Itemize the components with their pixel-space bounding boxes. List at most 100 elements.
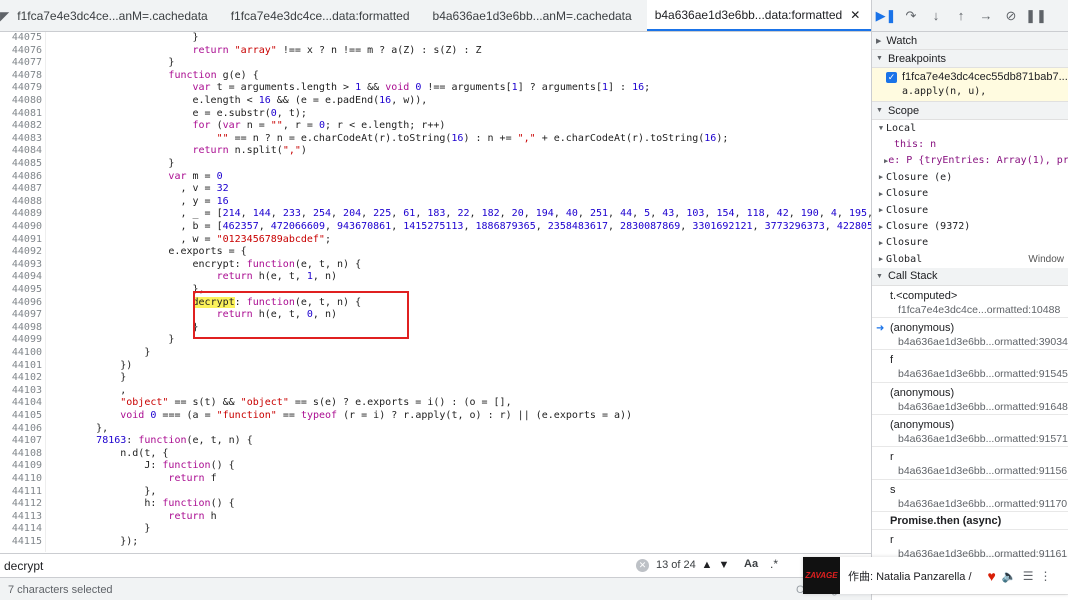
- line-number[interactable]: 44080: [0, 95, 42, 108]
- code-line[interactable]: 44104 "object" == s(t) && "object" == s(…: [0, 397, 871, 410]
- step-into-icon[interactable]: ↓: [928, 8, 944, 24]
- resume-icon[interactable]: ▶❚: [876, 8, 897, 24]
- line-number[interactable]: 44093: [0, 259, 42, 272]
- code-line[interactable]: 44081 e = e.substr(0, t);: [0, 108, 871, 121]
- line-number[interactable]: 44082: [0, 120, 42, 133]
- call-frame-location[interactable]: b4a636ae1d3e6bb...ormatted:39034: [898, 336, 1068, 348]
- code-line[interactable]: 44109 J: function() {: [0, 460, 871, 473]
- code-line[interactable]: 44102 }: [0, 372, 871, 385]
- code-line[interactable]: 44103 ,: [0, 385, 871, 398]
- line-number[interactable]: 44101: [0, 360, 42, 373]
- code-line[interactable]: 44088 , y = 16: [0, 196, 871, 209]
- file-tab[interactable]: f1fca7e4e3dc4ce...anM=.cachedata: [9, 0, 222, 31]
- breakpoint-checkbox[interactable]: ✓: [886, 72, 897, 83]
- regex-button[interactable]: .*: [770, 557, 778, 571]
- call-frame-location[interactable]: b4a636ae1d3e6bb...ormatted:91571: [898, 433, 1068, 445]
- more-icon[interactable]: ⋮: [1040, 569, 1052, 583]
- scope-section-header[interactable]: ▼ Scope: [872, 102, 1068, 120]
- line-number[interactable]: 44095: [0, 284, 42, 297]
- code-editor[interactable]: 44075 } 44076 return "array" !== x ? n !=…: [0, 32, 871, 552]
- code-line[interactable]: 44087 , v = 32: [0, 183, 871, 196]
- line-number[interactable]: 44110: [0, 473, 42, 486]
- previous-match-button[interactable]: ▲: [699, 557, 715, 573]
- call-frame[interactable]: s b4a636ae1d3e6bb...ormatted:91170: [872, 480, 1068, 513]
- line-number[interactable]: 44103: [0, 385, 42, 398]
- line-number[interactable]: 44083: [0, 133, 42, 146]
- code-line[interactable]: 44108 n.d(t, {: [0, 448, 871, 461]
- code-line[interactable]: 44085 }: [0, 158, 871, 171]
- code-line[interactable]: 44075 }: [0, 32, 871, 45]
- scope-item[interactable]: ▶ Closure: [872, 186, 1068, 202]
- step-over-icon[interactable]: ↷: [903, 8, 919, 24]
- code-line[interactable]: 44092 e.exports = {: [0, 246, 871, 259]
- code-line[interactable]: 44083 "" == n ? n = e.charCodeAt(r).toSt…: [0, 133, 871, 146]
- call-frame-location[interactable]: b4a636ae1d3e6bb...ormatted:91545: [898, 368, 1068, 380]
- file-tab[interactable]: b4a636ae1d3e6bb...data:formatted ✕: [646, 0, 876, 31]
- line-number[interactable]: 44087: [0, 183, 42, 196]
- line-number[interactable]: 44100: [0, 347, 42, 360]
- code-line[interactable]: 44076 return "array" !== x ? n !== m ? a…: [0, 45, 871, 58]
- line-number[interactable]: 44102: [0, 372, 42, 385]
- file-tab[interactable]: b4a636ae1d3e6bb...anM=.cachedata: [425, 0, 647, 31]
- step-icon[interactable]: →: [978, 8, 994, 24]
- code-line[interactable]: 44082 for (var n = "", r = 0; r < e.leng…: [0, 120, 871, 133]
- line-number[interactable]: 44106: [0, 423, 42, 436]
- line-number[interactable]: 44105: [0, 410, 42, 423]
- pause-on-exceptions-icon[interactable]: ❚❚: [1025, 8, 1047, 24]
- code-line[interactable]: 44097 return h(e, t, 0, n): [0, 309, 871, 322]
- call-frame[interactable]: (anonymous) b4a636ae1d3e6bb...ormatted:91…: [872, 415, 1068, 448]
- code-line[interactable]: 44080 e.length < 16 && (e = e.padEnd(16,…: [0, 95, 871, 108]
- line-number[interactable]: 44111: [0, 486, 42, 499]
- match-case-button[interactable]: Aa: [744, 558, 758, 570]
- line-number[interactable]: 44104: [0, 397, 42, 410]
- line-number[interactable]: 44099: [0, 334, 42, 347]
- call-frame[interactable]: ➜ (anonymous) b4a636ae1d3e6bb...ormatted:3…: [872, 318, 1068, 351]
- code-line[interactable]: 44099 }: [0, 334, 871, 347]
- toggle-navigator-icon[interactable]: ◤: [0, 0, 9, 31]
- code-line[interactable]: 44096 decrypt: function(e, t, n) {: [0, 296, 871, 310]
- deactivate-breakpoints-icon[interactable]: ⊘: [1003, 8, 1019, 24]
- file-tab[interactable]: f1fca7e4e3dc4ce...data:formatted: [223, 0, 425, 31]
- clear-search-icon[interactable]: ✕: [636, 559, 649, 572]
- code-line[interactable]: 44106 },: [0, 423, 871, 436]
- step-out-icon[interactable]: ↑: [953, 8, 969, 24]
- line-number[interactable]: 44079: [0, 82, 42, 95]
- call-frame[interactable]: t.<computed> f1fca7e4e3dc4ce...ormatted:1…: [872, 286, 1068, 318]
- line-number[interactable]: 44090: [0, 221, 42, 234]
- close-tab-icon[interactable]: ✕: [850, 8, 860, 22]
- code-line[interactable]: 44113 return h: [0, 511, 871, 524]
- code-line[interactable]: 44095 },: [0, 284, 871, 297]
- code-line[interactable]: 44110 return f: [0, 473, 871, 486]
- line-number[interactable]: 44098: [0, 322, 42, 335]
- line-number[interactable]: 44108: [0, 448, 42, 461]
- scope-item[interactable]: ▶ e: P {tryEntries: Array(1), prev:: [872, 153, 1068, 169]
- line-number[interactable]: 44089: [0, 208, 42, 221]
- scope-item[interactable]: ▶ Closure (9372): [872, 218, 1068, 234]
- code-line[interactable]: 44107 78163: function(e, t, n) {: [0, 435, 871, 448]
- line-number[interactable]: 44114: [0, 523, 42, 536]
- scope-item[interactable]: this: n: [872, 136, 1068, 152]
- code-line[interactable]: 44101 }): [0, 360, 871, 373]
- scope-item[interactable]: ▶ Global Window: [872, 251, 1068, 267]
- line-number[interactable]: 44112: [0, 498, 42, 511]
- line-number[interactable]: 44084: [0, 145, 42, 158]
- search-input[interactable]: [4, 556, 654, 576]
- scope-item[interactable]: ▶ Closure: [872, 202, 1068, 218]
- call-frame-location[interactable]: b4a636ae1d3e6bb...ormatted:91170: [898, 498, 1067, 510]
- line-number[interactable]: 44077: [0, 57, 42, 70]
- code-line[interactable]: 44105 void 0 === (a = "function" == type…: [0, 410, 871, 423]
- line-number[interactable]: 44091: [0, 234, 42, 247]
- line-number[interactable]: 44081: [0, 108, 42, 121]
- line-number[interactable]: 44086: [0, 171, 42, 184]
- code-line[interactable]: 44090 , b = [462357, 472066609, 94367086…: [0, 221, 871, 234]
- line-number[interactable]: 44109: [0, 460, 42, 473]
- line-number[interactable]: 44097: [0, 309, 42, 322]
- code-line[interactable]: 44084 return n.split(","): [0, 145, 871, 158]
- watch-section-header[interactable]: ▶ Watch: [872, 32, 1068, 50]
- line-number[interactable]: 44096: [0, 297, 42, 310]
- code-line[interactable]: 44086 var m = 0: [0, 171, 871, 184]
- code-line[interactable]: 44089 , _ = [214, 144, 233, 254, 204, 22…: [0, 208, 871, 221]
- line-number[interactable]: 44107: [0, 435, 42, 448]
- heart-icon[interactable]: ♥: [988, 568, 996, 584]
- call-frame[interactable]: r b4a636ae1d3e6bb...ormatted:91156: [872, 447, 1068, 480]
